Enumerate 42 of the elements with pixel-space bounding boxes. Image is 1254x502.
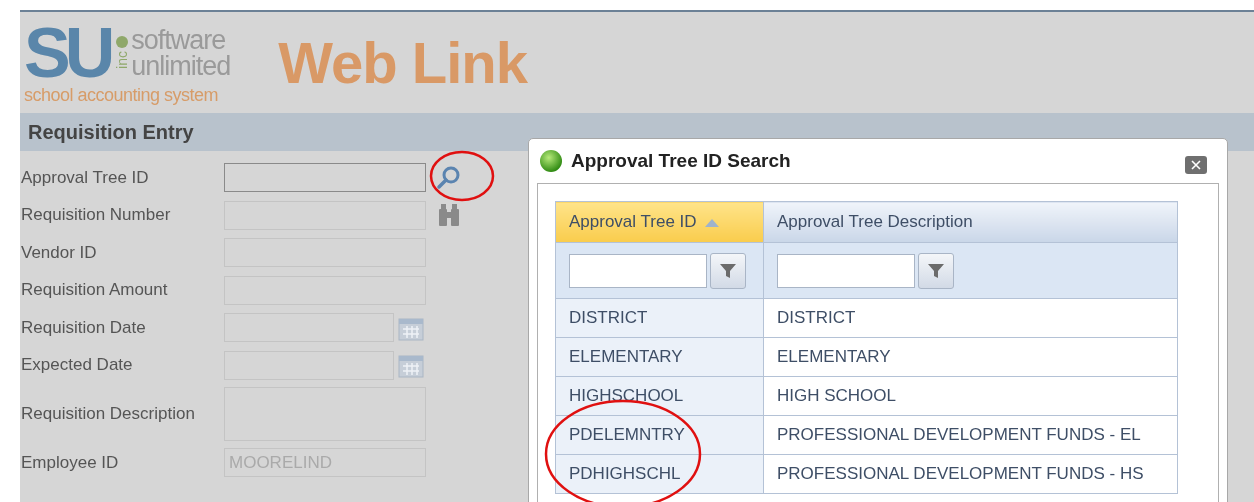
field-label: Approval Tree ID	[20, 167, 150, 188]
close-icon	[1191, 160, 1201, 170]
close-button[interactable]	[1185, 156, 1207, 174]
logo-dot-icon	[116, 36, 129, 49]
table-cell[interactable]: PROFESSIONAL DEVELOPMENT FUNDS - EL	[763, 415, 1178, 455]
filter-field[interactable]	[569, 253, 707, 288]
section-title: Requisition Entry	[28, 120, 194, 144]
field-label: Requisition Date	[20, 317, 147, 338]
filter-button[interactable]	[710, 252, 746, 289]
field-label: Vendor ID	[20, 242, 98, 263]
input-field[interactable]	[224, 163, 426, 193]
filter-button[interactable]	[918, 252, 954, 289]
binoculars-icon[interactable]	[436, 202, 462, 229]
table-cell[interactable]: PDELEMNTRY	[555, 415, 764, 455]
table-cell[interactable]: ELEMENTARY	[555, 337, 764, 377]
table-cell[interactable]: PDHIGHSCHL	[555, 454, 764, 494]
dialog-title: Approval Tree ID Search	[571, 150, 791, 172]
table-cell[interactable]: ELEMENTARY	[763, 337, 1178, 377]
field-label: Employee ID	[20, 452, 120, 473]
column-header[interactable]: Approval Tree Description	[763, 201, 1178, 243]
column-header[interactable]: Approval Tree ID	[555, 201, 764, 243]
status-orb-icon	[539, 149, 563, 173]
field-label: Expected Date	[20, 355, 134, 376]
table-cell[interactable]: DISTRICT	[763, 298, 1178, 338]
field-label: Requisition Description	[20, 404, 196, 424]
logo-word: unlimited	[131, 52, 231, 79]
filter-icon	[927, 261, 945, 280]
filter-icon	[719, 261, 737, 280]
field-label: Requisition Amount	[20, 280, 169, 301]
product-title: Web Link	[278, 29, 528, 96]
calendar-icon[interactable]	[398, 352, 424, 379]
table-cell[interactable]: HIGH SCHOOL	[763, 376, 1178, 416]
annotation-ellipse	[429, 150, 495, 202]
filter-field[interactable]	[777, 253, 915, 288]
search-icon[interactable]	[436, 164, 462, 191]
field-label: Requisition Number	[20, 205, 172, 226]
sort-arrow-icon	[704, 219, 719, 227]
table-cell[interactable]: PROFESSIONAL DEVELOPMENT FUNDS - HS	[763, 454, 1178, 494]
logo-word: software	[131, 26, 227, 53]
table-cell[interactable]: DISTRICT	[555, 298, 764, 338]
logo-inc: inc	[115, 51, 130, 69]
table-cell[interactable]: HIGHSCHOOL	[555, 376, 764, 416]
